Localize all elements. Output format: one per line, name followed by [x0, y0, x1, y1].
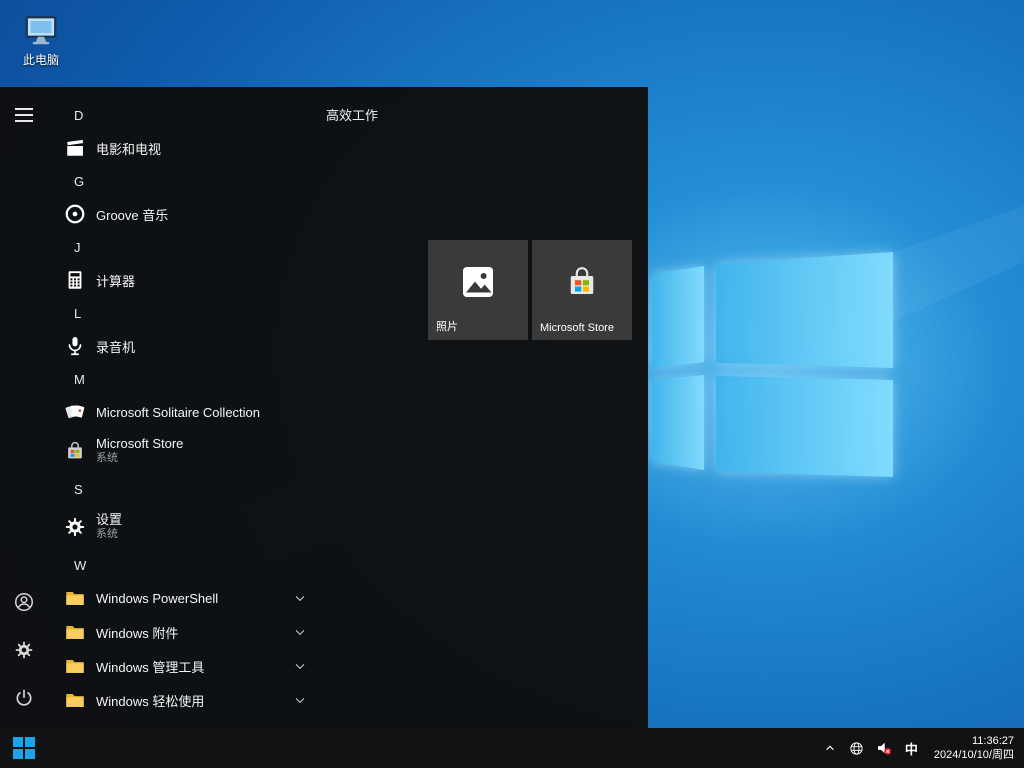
desktop-icon-this-pc[interactable]: 此电脑	[12, 12, 70, 68]
letter-label: D	[74, 108, 83, 123]
user-account-icon[interactable]	[0, 578, 48, 626]
app-item-solitaire[interactable]: Microsoft Solitaire Collection	[48, 395, 320, 429]
groove-music-icon	[64, 203, 86, 225]
app-label: Groove 音乐	[96, 205, 168, 224]
start-menu: D 电影和电视 G Groove 音乐 J	[0, 87, 648, 728]
hamburger-menu-icon[interactable]	[0, 103, 48, 127]
app-item-calculator[interactable]: 计算器	[48, 263, 320, 297]
letter-header-s[interactable]: S	[48, 473, 320, 505]
folder-label: Windows 管理工具	[96, 657, 204, 676]
letter-header-d[interactable]: D	[48, 99, 320, 131]
photos-icon	[460, 264, 496, 300]
tile-row: 照片 Microsoft Store	[428, 240, 632, 340]
power-icon[interactable]	[0, 674, 48, 722]
tray-chevron-up-icon[interactable]	[822, 728, 838, 768]
app-item-groove-music[interactable]: Groove 音乐	[48, 197, 320, 231]
start-app-list: D 电影和电视 G Groove 音乐 J	[48, 87, 320, 728]
start-button[interactable]	[0, 728, 48, 768]
system-tray: 中 11:36:27 2024/10/10/周四	[822, 728, 1024, 768]
app-item-movies-tv[interactable]: 电影和电视	[48, 131, 320, 165]
taskbar: 中 11:36:27 2024/10/10/周四	[0, 728, 1024, 768]
app-subtitle: 系统	[96, 528, 122, 542]
tile-label: Microsoft Store	[540, 322, 614, 334]
start-rail	[0, 87, 48, 728]
volume-muted-icon[interactable]	[875, 728, 893, 768]
app-label: Microsoft Store	[96, 436, 183, 452]
chevron-down-icon	[292, 692, 308, 708]
chevron-down-icon	[292, 624, 308, 640]
folder-label: Windows PowerShell	[96, 591, 218, 606]
settings-gear-icon[interactable]	[0, 626, 48, 674]
folder-item-windows-accessories[interactable]: Windows 附件	[48, 615, 320, 649]
tile-group-title[interactable]: 高效工作	[326, 105, 378, 124]
folder-label: Windows 轻松使用	[96, 691, 204, 710]
letter-label: S	[74, 482, 83, 497]
settings-gear-icon	[64, 516, 86, 538]
app-label: 电影和电视	[96, 139, 161, 158]
clock-date: 2024/10/10/周四	[934, 748, 1014, 762]
taskbar-clock[interactable]: 11:36:27 2024/10/10/周四	[930, 734, 1014, 762]
network-globe-icon[interactable]	[848, 728, 865, 768]
folder-item-windows-powershell[interactable]: Windows PowerShell	[48, 581, 320, 615]
letter-label: G	[74, 174, 84, 189]
folder-label: Windows 附件	[96, 623, 178, 642]
app-item-settings[interactable]: 设置 系统	[48, 505, 320, 549]
clock-time: 11:36:27	[934, 734, 1014, 748]
folder-icon	[64, 621, 86, 643]
letter-label: J	[74, 240, 81, 255]
chevron-down-icon	[292, 590, 308, 606]
windows-start-icon	[13, 737, 35, 759]
solitaire-icon	[64, 401, 86, 423]
folder-item-windows-admin-tools[interactable]: Windows 管理工具	[48, 649, 320, 683]
desktop-wallpaper: 此电脑	[0, 0, 1024, 768]
folder-icon	[64, 689, 86, 711]
letter-header-l[interactable]: L	[48, 297, 320, 329]
computer-icon	[23, 12, 59, 48]
folder-icon	[64, 655, 86, 677]
voice-recorder-icon	[64, 335, 86, 357]
letter-header-g[interactable]: G	[48, 165, 320, 197]
app-subtitle: 系统	[96, 452, 183, 466]
letter-label: M	[74, 372, 85, 387]
tile-photos[interactable]: 照片	[428, 240, 528, 340]
letter-header-j[interactable]: J	[48, 231, 320, 263]
movies-tv-icon	[64, 137, 86, 159]
letter-header-m[interactable]: M	[48, 363, 320, 395]
app-label: 设置	[96, 512, 122, 528]
calculator-icon	[64, 269, 86, 291]
store-icon	[64, 440, 86, 462]
tile-microsoft-store[interactable]: Microsoft Store	[532, 240, 632, 340]
app-item-microsoft-store[interactable]: Microsoft Store 系统	[48, 429, 320, 473]
app-item-voice-recorder[interactable]: 录音机	[48, 329, 320, 363]
start-tiles-area: 高效工作 照片	[320, 87, 648, 728]
letter-label: L	[74, 306, 81, 321]
store-icon	[564, 264, 600, 300]
chevron-down-icon	[292, 658, 308, 674]
desktop-icon-label: 此电脑	[23, 51, 59, 68]
letter-label: W	[74, 558, 86, 573]
folder-item-windows-ease-of-access[interactable]: Windows 轻松使用	[48, 683, 320, 717]
tile-label: 照片	[436, 318, 458, 334]
app-label: Microsoft Solitaire Collection	[96, 405, 260, 420]
letter-header-w[interactable]: W	[48, 549, 320, 581]
ime-indicator[interactable]: 中	[903, 728, 920, 768]
folder-icon	[64, 587, 86, 609]
app-label: 录音机	[96, 337, 135, 356]
app-label: 计算器	[96, 271, 135, 290]
